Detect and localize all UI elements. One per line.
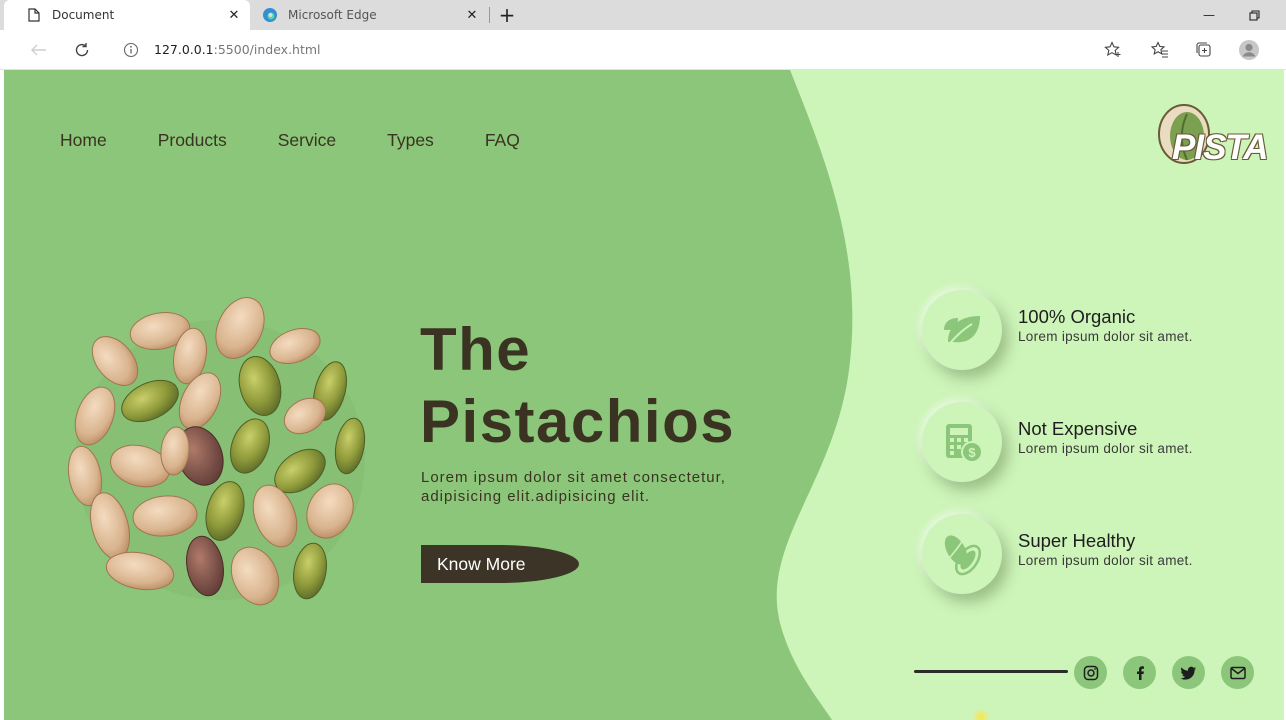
- feature-description: Lorem ipsum dolor sit amet.: [1018, 553, 1193, 568]
- feature-organic: 100% Organic Lorem ipsum dolor sit amet.: [922, 290, 1262, 372]
- svg-text:$: $: [968, 445, 976, 460]
- address-bar: 127.0.0.1:5500/index.html: [0, 30, 1286, 70]
- mail-icon[interactable]: [1221, 656, 1254, 689]
- url-field[interactable]: 127.0.0.1:5500/index.html: [154, 42, 321, 57]
- feature-description: Lorem ipsum dolor sit amet.: [1018, 441, 1193, 456]
- feature-description: Lorem ipsum dolor sit amet.: [1018, 329, 1193, 344]
- page-viewport: Home Products Service Types FAQ PISTA Th…: [4, 70, 1284, 720]
- nav-link-home[interactable]: Home: [60, 130, 107, 151]
- know-more-button[interactable]: Know More: [421, 545, 579, 583]
- close-icon[interactable]: ✕: [464, 7, 480, 23]
- browser-tab-bar: Document ✕ Microsoft Edge ✕ + —: [0, 0, 1286, 30]
- instagram-icon[interactable]: [1074, 656, 1107, 689]
- add-favorite-icon[interactable]: [1102, 39, 1124, 61]
- hero-title: The Pistachios: [420, 314, 735, 458]
- restore-icon[interactable]: [1243, 4, 1265, 26]
- nav-link-faq[interactable]: FAQ: [485, 130, 520, 151]
- facebook-icon[interactable]: [1123, 656, 1156, 689]
- back-arrow-icon[interactable]: [28, 39, 50, 61]
- nav-link-service[interactable]: Service: [278, 130, 336, 151]
- tab-title: Microsoft Edge: [288, 8, 377, 22]
- tab-microsoft-edge[interactable]: Microsoft Edge ✕: [254, 0, 488, 30]
- nav-link-products[interactable]: Products: [158, 130, 227, 151]
- main-nav: Home Products Service Types FAQ: [60, 130, 520, 151]
- mouse-cursor-highlight: [970, 710, 992, 720]
- hero-description-line2: adipisicing elit.adipisicing elit.: [421, 488, 651, 505]
- site-info-icon[interactable]: [122, 41, 140, 59]
- profile-avatar-icon[interactable]: [1238, 39, 1260, 61]
- favorites-icon[interactable]: [1149, 39, 1171, 61]
- nav-link-types[interactable]: Types: [387, 130, 434, 151]
- minimize-icon[interactable]: —: [1198, 4, 1220, 26]
- feature-title: 100% Organic: [1018, 306, 1136, 327]
- new-tab-button[interactable]: +: [496, 3, 518, 27]
- feature-super-healthy: Super Healthy Lorem ipsum dolor sit amet…: [922, 514, 1262, 596]
- hero-title-line2: Pistachios: [420, 388, 736, 455]
- tab-title: Document: [52, 8, 115, 22]
- collections-icon[interactable]: [1193, 39, 1215, 61]
- close-icon[interactable]: ✕: [226, 7, 242, 23]
- feature-title: Not Expensive: [1018, 418, 1138, 439]
- tab-document[interactable]: Document ✕: [4, 0, 250, 30]
- feature-not-expensive: $ Not Expensive Lorem ipsum dolor sit am…: [922, 402, 1262, 484]
- url-host: 127.0.0.1: [154, 42, 214, 57]
- refresh-icon[interactable]: [71, 39, 93, 61]
- document-icon: [26, 7, 42, 23]
- pista-logo[interactable]: PISTA: [1154, 104, 1268, 174]
- edge-icon: [262, 7, 278, 23]
- hero-description: Lorem ipsum dolor sit amet consectetur, …: [421, 468, 791, 506]
- pistachio-icon: [922, 514, 1002, 594]
- twitter-icon[interactable]: [1172, 656, 1205, 689]
- hero-title-line1: The: [420, 316, 532, 383]
- social-divider-line: [914, 670, 1068, 673]
- pistachio-pile-image: [67, 297, 366, 606]
- logo-text: PISTA: [1172, 128, 1268, 167]
- tab-separator: [489, 7, 490, 23]
- url-path: :5500/index.html: [213, 42, 321, 57]
- calculator-dollar-icon: $: [922, 402, 1002, 482]
- hero-description-line1: Lorem ipsum dolor sit amet consectetur,: [421, 469, 726, 486]
- feature-title: Super Healthy: [1018, 530, 1136, 551]
- leaf-icon: [922, 290, 1002, 370]
